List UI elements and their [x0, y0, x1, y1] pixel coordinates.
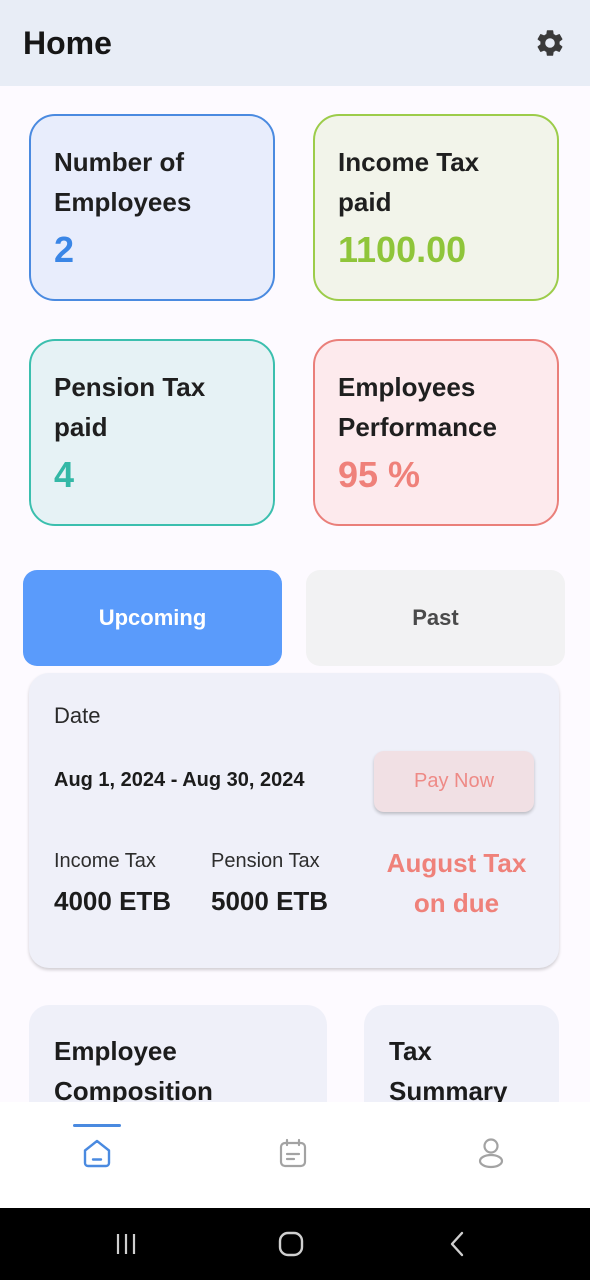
pension-tax-amount: 5000 ETB	[211, 886, 329, 916]
stat-card-employees[interactable]: Number of Employees 2	[29, 114, 275, 301]
income-tax-block: Income Tax 4000 ETB	[54, 848, 171, 917]
stat-value: 4	[54, 454, 75, 495]
income-tax-amount: 4000 ETB	[54, 886, 172, 916]
stat-label: Pension Tax paid	[54, 372, 206, 442]
pension-tax-block: Pension Tax 5000 ETB	[211, 848, 328, 917]
tax-due-card: Date Aug 1, 2024 - Aug 30, 2024 Pay Now …	[29, 673, 559, 968]
page-title: Home	[23, 24, 112, 61]
stat-label: Number of Employees	[54, 147, 192, 217]
pension-tax-label: Pension Tax	[211, 850, 320, 872]
calendar-icon	[275, 1135, 311, 1176]
system-nav-bar	[0, 1208, 590, 1280]
section-title: Tax Summary	[389, 1036, 508, 1106]
nav-calendar[interactable]	[253, 1102, 333, 1208]
tab-past[interactable]: Past	[306, 570, 565, 666]
profile-icon	[473, 1135, 509, 1176]
stat-value: 1100.00	[338, 229, 467, 270]
home-circle-icon[interactable]	[261, 1208, 321, 1280]
home-icon	[79, 1135, 115, 1176]
date-label: Date	[54, 703, 101, 728]
stat-card-income-tax[interactable]: Income Tax paid 1100.00	[313, 114, 559, 301]
date-range: Aug 1, 2024 - Aug 30, 2024	[54, 769, 305, 791]
stat-card-pension-tax[interactable]: Pension Tax paid 4	[29, 339, 275, 526]
tab-upcoming[interactable]: Upcoming	[23, 570, 282, 666]
due-status: August Tax on due	[386, 848, 527, 918]
stat-value: 95 %	[338, 454, 421, 495]
section-title: Employee Composition	[54, 1036, 213, 1106]
income-tax-label: Income Tax	[54, 850, 156, 872]
recent-apps-icon[interactable]	[96, 1208, 156, 1280]
stat-card-performance[interactable]: Employees Performance 95 %	[313, 339, 559, 526]
stat-label: Income Tax paid	[338, 147, 480, 217]
screen: Home Number of Employees 2 Income Tax pa…	[0, 0, 590, 1280]
back-icon[interactable]	[428, 1208, 488, 1280]
app-bar: Home	[0, 0, 590, 86]
nav-profile[interactable]	[451, 1102, 531, 1208]
nav-home[interactable]	[57, 1102, 137, 1208]
stat-value: 2	[54, 229, 75, 270]
gear-icon[interactable]	[532, 25, 568, 61]
stat-label: Employees Performance	[338, 372, 497, 442]
bottom-nav	[0, 1102, 590, 1208]
pay-now-button[interactable]: Pay Now	[374, 751, 534, 812]
